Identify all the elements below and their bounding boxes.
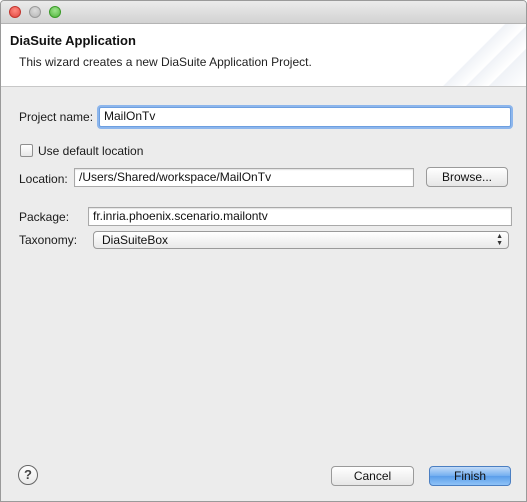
location-label: Location:: [19, 172, 68, 186]
minimize-icon[interactable]: [29, 6, 41, 18]
taxonomy-selected-value: DiaSuiteBox: [102, 233, 169, 247]
browse-button[interactable]: Browse...: [426, 167, 508, 187]
wizard-header: DiaSuite Application This wizard creates…: [1, 24, 526, 87]
taxonomy-label: Taxonomy:: [19, 233, 78, 247]
help-icon[interactable]: ?: [18, 465, 38, 485]
package-input[interactable]: fr.inria.phoenix.scenario.mailontv: [88, 207, 512, 226]
project-name-input[interactable]: MailOnTv: [99, 107, 511, 127]
page-title: DiaSuite Application: [10, 33, 136, 48]
select-arrows-icon: ▲ ▼: [496, 233, 503, 247]
cancel-button[interactable]: Cancel: [331, 466, 414, 486]
zoom-icon[interactable]: [49, 6, 61, 18]
project-name-label: Project name:: [19, 110, 94, 124]
package-label: Package:: [19, 210, 70, 224]
use-default-location-label[interactable]: Use default location: [38, 144, 143, 158]
taxonomy-select[interactable]: DiaSuiteBox ▲ ▼: [93, 231, 509, 249]
wizard-window: DiaSuite Application This wizard creates…: [0, 0, 527, 502]
finish-button[interactable]: Finish: [429, 466, 511, 486]
title-bar[interactable]: [1, 1, 526, 24]
close-icon[interactable]: [9, 6, 21, 18]
use-default-location-checkbox[interactable]: [20, 144, 33, 157]
page-description: This wizard creates a new DiaSuite Appli…: [19, 55, 312, 69]
header-banner-graphic: [436, 24, 526, 86]
location-input[interactable]: /Users/Shared/workspace/MailOnTv: [74, 168, 414, 187]
